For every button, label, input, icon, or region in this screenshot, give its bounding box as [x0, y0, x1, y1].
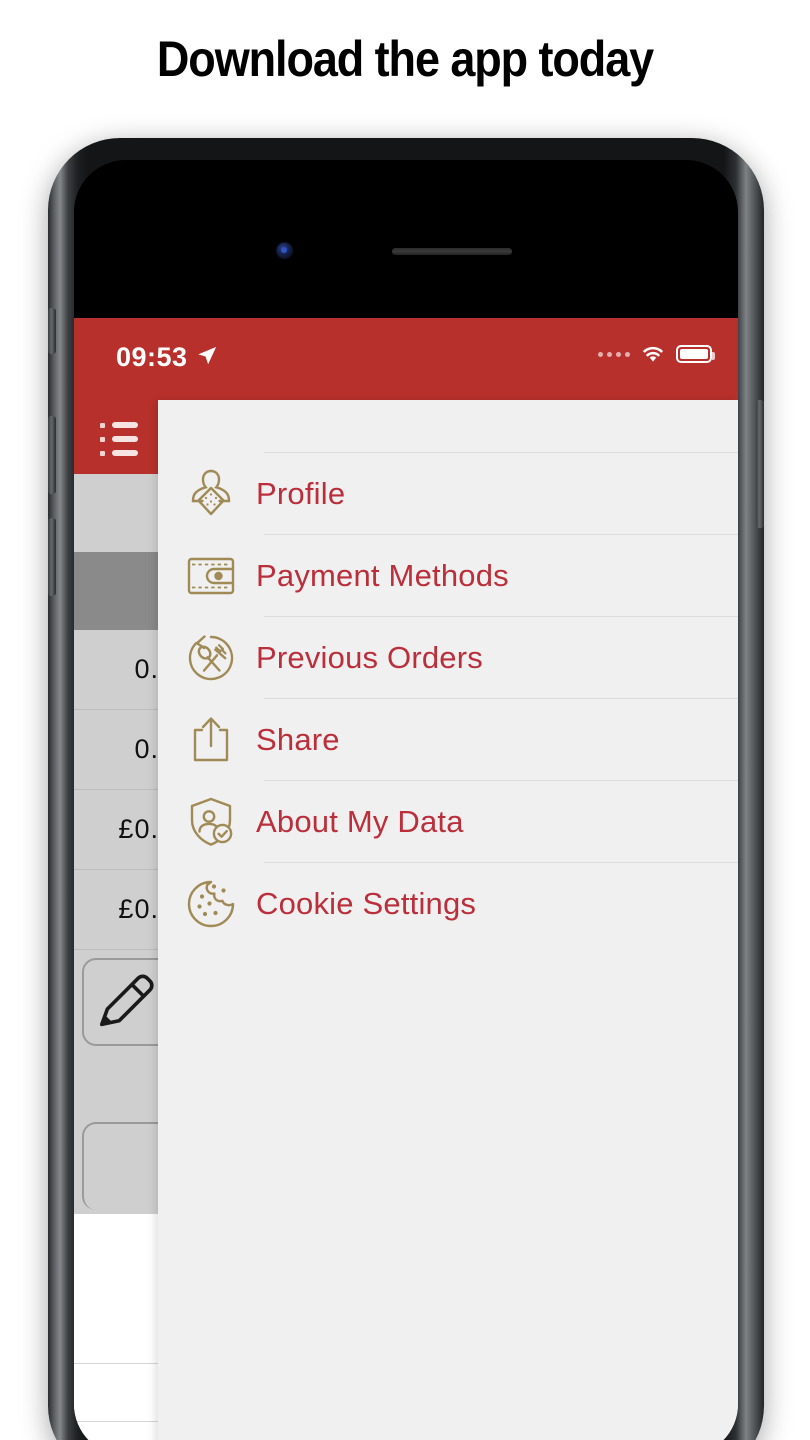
menu-item-label: Previous Orders — [256, 639, 483, 675]
bg-edit-button-area — [74, 950, 172, 1054]
wifi-icon — [643, 346, 663, 362]
menu-item-profile[interactable]: Profile — [158, 453, 738, 534]
list-menu-icon[interactable] — [100, 422, 144, 456]
reorder-cutlery-icon — [180, 631, 242, 685]
status-indicators — [598, 344, 715, 364]
signal-dots-icon — [598, 351, 630, 357]
volume-up-button[interactable] — [48, 416, 56, 494]
share-icon — [180, 713, 242, 767]
bg-header-block — [74, 474, 158, 552]
location-arrow-icon — [198, 346, 217, 365]
menu-item-share[interactable]: Share — [158, 699, 738, 780]
menu-item-about-my-data[interactable]: About My Data — [158, 781, 738, 862]
silent-switch[interactable] — [48, 308, 56, 354]
profile-bib-icon — [180, 466, 242, 522]
shield-person-check-icon — [180, 795, 242, 849]
menu-item-label: Cookie Settings — [256, 885, 477, 921]
bg-white-section — [74, 1214, 158, 1364]
power-button[interactable] — [756, 400, 764, 528]
bg-secondary-button-area — [74, 1110, 172, 1214]
phone-device-frame: 09:53 £0.35 £0.00 Profile Payment Method… — [48, 138, 764, 1440]
menu-item-cookie-settings[interactable]: Cookie Settings — [158, 863, 738, 944]
earpiece-speaker-icon — [392, 248, 512, 255]
menu-item-label: Payment Methods — [256, 557, 509, 593]
bg-price-row: £0.00 — [74, 870, 190, 950]
battery-full-icon — [676, 345, 715, 363]
bg-white-section — [74, 1364, 158, 1422]
bg-white-section — [74, 1422, 158, 1440]
navigation-drawer: Profile Payment Methods Previous Orders … — [158, 400, 738, 1440]
menu-item-label: About My Data — [256, 803, 464, 839]
page-title: Download the app today — [156, 31, 654, 87]
drawer-menu-list: Profile Payment Methods Previous Orders … — [158, 452, 738, 944]
bg-price-row: 0.00 — [74, 710, 190, 790]
phone-screen-bezel: 09:53 £0.35 £0.00 Profile Payment Method… — [74, 160, 738, 1440]
status-time: 09:53 — [116, 342, 188, 372]
bg-price-row: 0.00 — [74, 630, 190, 710]
underlying-order-page: 0.00 0.00 £0.35 £0.00 — [74, 474, 190, 1440]
bg-selected-row — [74, 552, 158, 630]
menu-item-label: Share — [256, 721, 340, 757]
bg-spacer — [74, 1054, 158, 1110]
cookie-icon — [180, 877, 242, 931]
menu-item-payment-methods[interactable]: Payment Methods — [158, 535, 738, 616]
app-screen: 09:53 £0.35 £0.00 Profile Payment Method… — [74, 318, 738, 1440]
front-camera-lens-icon — [281, 247, 287, 253]
volume-down-button[interactable] — [48, 518, 56, 596]
app-bar — [74, 400, 158, 474]
menu-item-label: Profile — [256, 475, 346, 511]
menu-item-previous-orders[interactable]: Previous Orders — [158, 617, 738, 698]
page-root: Download the app today 09:53 £0.35 £0.00… — [0, 0, 810, 1440]
status-bar: 09:53 — [74, 318, 738, 400]
bg-price-row: £0.35 — [74, 790, 190, 870]
wallet-icon — [180, 553, 242, 599]
